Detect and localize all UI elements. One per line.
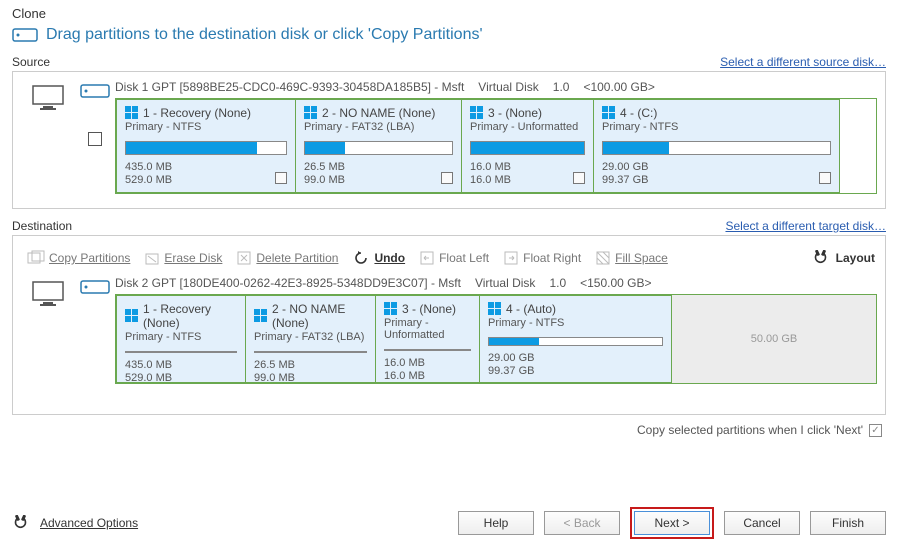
source-partitions: 1 - Recovery (None)Primary - NTFS435.0 M… xyxy=(115,98,877,194)
partition[interactable]: 3 - (None)Primary - Unformatted 16.0 MB16… xyxy=(462,99,594,193)
source-disk-info: Disk 1 GPT [5898BE25-CDC0-469C-9393-3045… xyxy=(115,80,877,94)
float-left-button[interactable]: Float Left xyxy=(419,250,489,266)
usage-bar xyxy=(254,351,367,353)
partition-title: 2 - NO NAME (None) xyxy=(272,302,367,330)
usage-bar xyxy=(125,141,287,155)
advanced-options-link[interactable]: Advanced Options xyxy=(40,516,138,530)
erase-disk-button[interactable]: Erase Disk xyxy=(144,250,222,266)
float-right-button[interactable]: Float Right xyxy=(503,250,581,266)
usage-bar xyxy=(304,141,453,155)
monitor-icon xyxy=(31,84,65,112)
usage-bar xyxy=(602,141,831,155)
partition[interactable]: 4 - (Auto)Primary - NTFS 29.00 GB99.37 GB xyxy=(480,295,672,383)
partition[interactable]: 1 - Recovery (None)Primary - NTFS 435.0 M… xyxy=(116,99,296,193)
destination-label: Destination xyxy=(12,219,72,233)
partition-subtitle: Primary - FAT32 (LBA) xyxy=(304,121,453,133)
wrench-icon xyxy=(12,515,30,531)
partition-sizes: 29.00 GB99.37 GB xyxy=(602,161,831,187)
usage-bar xyxy=(470,141,585,155)
partition-subtitle: Primary - NTFS xyxy=(488,317,663,329)
windows-icon xyxy=(384,302,398,316)
destination-disk-info: Disk 2 GPT [180DE400-0262-42E3-8925-5348… xyxy=(115,276,877,290)
windows-icon xyxy=(602,106,616,120)
windows-icon xyxy=(254,309,268,323)
next-button[interactable]: Next > xyxy=(634,511,710,535)
undo-button[interactable]: Undo xyxy=(352,250,405,266)
partition-subtitle: Primary - NTFS xyxy=(125,121,287,133)
fill-space-button[interactable]: Fill Space xyxy=(595,250,668,266)
partition-subtitle: Primary - NTFS xyxy=(125,331,237,343)
partition-handle[interactable] xyxy=(573,172,585,184)
windows-icon xyxy=(125,309,139,323)
drive-icon xyxy=(12,25,38,45)
usage-bar xyxy=(125,351,237,353)
source-label: Source xyxy=(12,55,50,69)
partition-sizes: 16.0 MB16.0 MB xyxy=(470,161,585,187)
usage-bar xyxy=(488,337,663,346)
finish-button[interactable]: Finish xyxy=(810,511,886,535)
partition-handle[interactable] xyxy=(275,172,287,184)
partition-title: 1 - Recovery (None) xyxy=(143,302,237,330)
partition-sizes: 435.0 MB529.0 MB xyxy=(125,359,237,385)
layout-button[interactable]: Layout xyxy=(812,250,875,266)
partition-title: 1 - Recovery (None) xyxy=(143,106,251,120)
partition[interactable]: 3 - (None)Primary - Unformatted 16.0 MB16… xyxy=(376,295,480,383)
partition-handle[interactable] xyxy=(819,172,831,184)
source-panel: Disk 1 GPT [5898BE25-CDC0-469C-9393-3045… xyxy=(12,71,886,209)
partition[interactable]: 2 - NO NAME (None)Primary - FAT32 (LBA) 2… xyxy=(246,295,376,383)
delete-partition-button[interactable]: Delete Partition xyxy=(236,250,338,266)
partition-subtitle: Primary - FAT32 (LBA) xyxy=(254,331,367,343)
destination-panel: Copy Partitions Erase Disk Delete Partit… xyxy=(12,235,886,415)
source-select-checkbox[interactable] xyxy=(88,132,102,146)
partition-sizes: 26.5 MB99.0 MB xyxy=(304,161,453,187)
partition-sizes: 29.00 GB99.37 GB xyxy=(488,352,663,378)
partition-title: 4 - (C:) xyxy=(620,106,657,120)
windows-icon xyxy=(488,302,502,316)
instruction-text: Drag partitions to the destination disk … xyxy=(46,26,483,44)
unallocated-space[interactable]: 50.00 GB xyxy=(672,295,876,383)
partition-subtitle: Primary - Unformatted xyxy=(470,121,585,133)
select-source-link[interactable]: Select a different source disk… xyxy=(720,55,886,69)
partition-subtitle: Primary - Unformatted xyxy=(384,317,471,341)
partition-subtitle: Primary - NTFS xyxy=(602,121,831,133)
usage-bar xyxy=(384,349,471,351)
partition-title: 4 - (Auto) xyxy=(506,302,556,316)
copy-on-next-checkbox[interactable]: ✓ xyxy=(869,424,882,437)
partition[interactable]: 1 - Recovery (None)Primary - NTFS 435.0 M… xyxy=(116,295,246,383)
back-button: < Back xyxy=(544,511,620,535)
windows-icon xyxy=(304,106,318,120)
partition-sizes: 26.5 MB99.0 MB xyxy=(254,359,367,385)
disk-icon xyxy=(80,80,110,102)
copy-on-next-label: Copy selected partitions when I click 'N… xyxy=(637,423,863,437)
monitor-icon xyxy=(31,280,65,308)
partition[interactable]: 4 - (C:)Primary - NTFS 29.00 GB99.37 GB xyxy=(594,99,840,193)
partition-title: 3 - (None) xyxy=(488,106,542,120)
partition-sizes: 16.0 MB16.0 MB xyxy=(384,357,471,383)
partition-sizes: 435.0 MB529.0 MB xyxy=(125,161,287,187)
partition-title: 2 - NO NAME (None) xyxy=(322,106,435,120)
partition-title: 3 - (None) xyxy=(402,302,456,316)
windows-icon xyxy=(470,106,484,120)
partition[interactable]: 2 - NO NAME (None)Primary - FAT32 (LBA) 2… xyxy=(296,99,462,193)
copy-partitions-button[interactable]: Copy Partitions xyxy=(27,250,130,266)
cancel-button[interactable]: Cancel xyxy=(724,511,800,535)
destination-partitions: 1 - Recovery (None)Primary - NTFS435.0 M… xyxy=(115,294,877,384)
windows-icon xyxy=(125,106,139,120)
disk-icon xyxy=(80,276,110,298)
select-target-link[interactable]: Select a different target disk… xyxy=(725,219,886,233)
help-button[interactable]: Help xyxy=(458,511,534,535)
partition-handle[interactable] xyxy=(441,172,453,184)
window-title: Clone xyxy=(12,6,886,21)
